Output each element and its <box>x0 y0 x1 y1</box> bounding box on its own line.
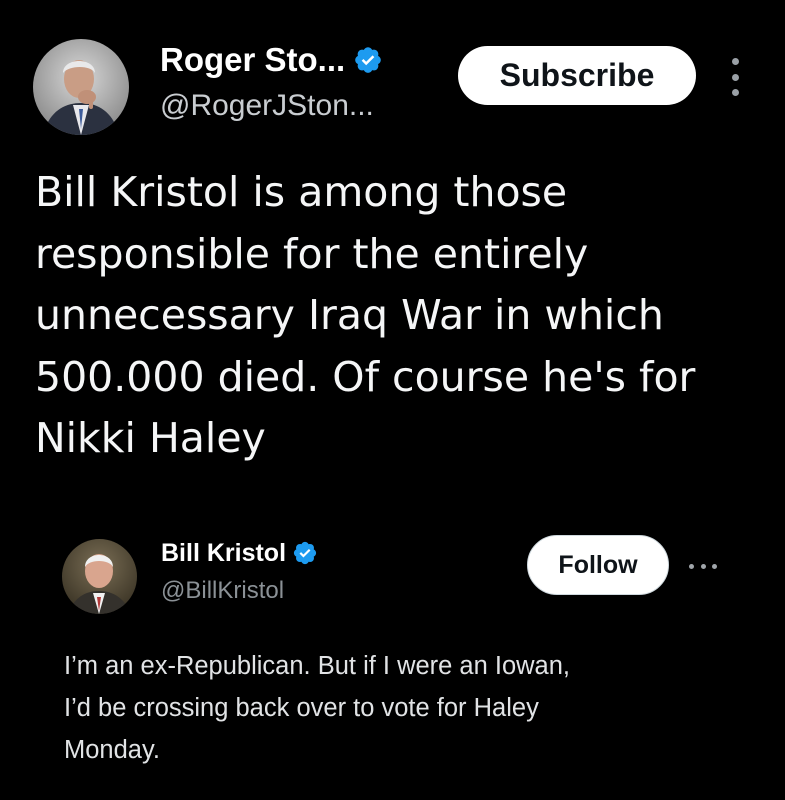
quoted-text-line: I’m an ex-Republican. But if I were an I… <box>64 652 571 680</box>
profile-photo-icon <box>62 539 137 614</box>
quoted-avatar[interactable] <box>62 539 137 614</box>
author-display-name[interactable]: Roger Sto... <box>160 40 345 80</box>
quoted-author-name-row[interactable]: Bill Kristol <box>161 537 318 569</box>
post-text-line: Nikki Haley <box>35 414 266 462</box>
quoted-author-block: Bill Kristol @BillKristol <box>161 537 318 607</box>
author-block: Roger Sto... @RogerJSton... <box>160 40 383 126</box>
author-name-row[interactable]: Roger Sto... <box>160 40 383 80</box>
post-text-line: responsible for the entirely <box>35 229 589 278</box>
post-text: Bill Kristol is among those responsible … <box>35 162 775 470</box>
post-text-line: unnecessary Iraq War in which <box>35 291 664 339</box>
subscribe-button[interactable]: Subscribe <box>458 46 696 105</box>
quoted-text-line: I’d be crossing back over to vote for Ha… <box>64 694 539 722</box>
more-horizontal-icon[interactable] <box>689 563 717 569</box>
post-text-line: Bill Kristol is among those <box>35 168 568 216</box>
verified-badge-icon <box>293 541 317 565</box>
profile-photo-icon <box>33 39 129 135</box>
follow-button[interactable]: Follow <box>527 535 669 595</box>
post-text-line: 500.000 died. Of course he's for <box>35 352 696 401</box>
avatar[interactable] <box>33 39 129 135</box>
more-vertical-icon[interactable] <box>728 58 742 96</box>
verified-badge-icon <box>355 47 381 73</box>
quoted-author-handle[interactable]: @BillKristol <box>161 575 318 607</box>
quoted-post-text: I’m an ex-Republican. But if I were an I… <box>64 645 764 771</box>
author-handle[interactable]: @RogerJSton... <box>160 86 383 126</box>
quoted-author-display-name[interactable]: Bill Kristol <box>161 537 286 569</box>
post-screenshot: Roger Sto... @RogerJSton... Subscribe Bi… <box>0 0 785 800</box>
quoted-text-line: Monday. <box>64 736 160 764</box>
